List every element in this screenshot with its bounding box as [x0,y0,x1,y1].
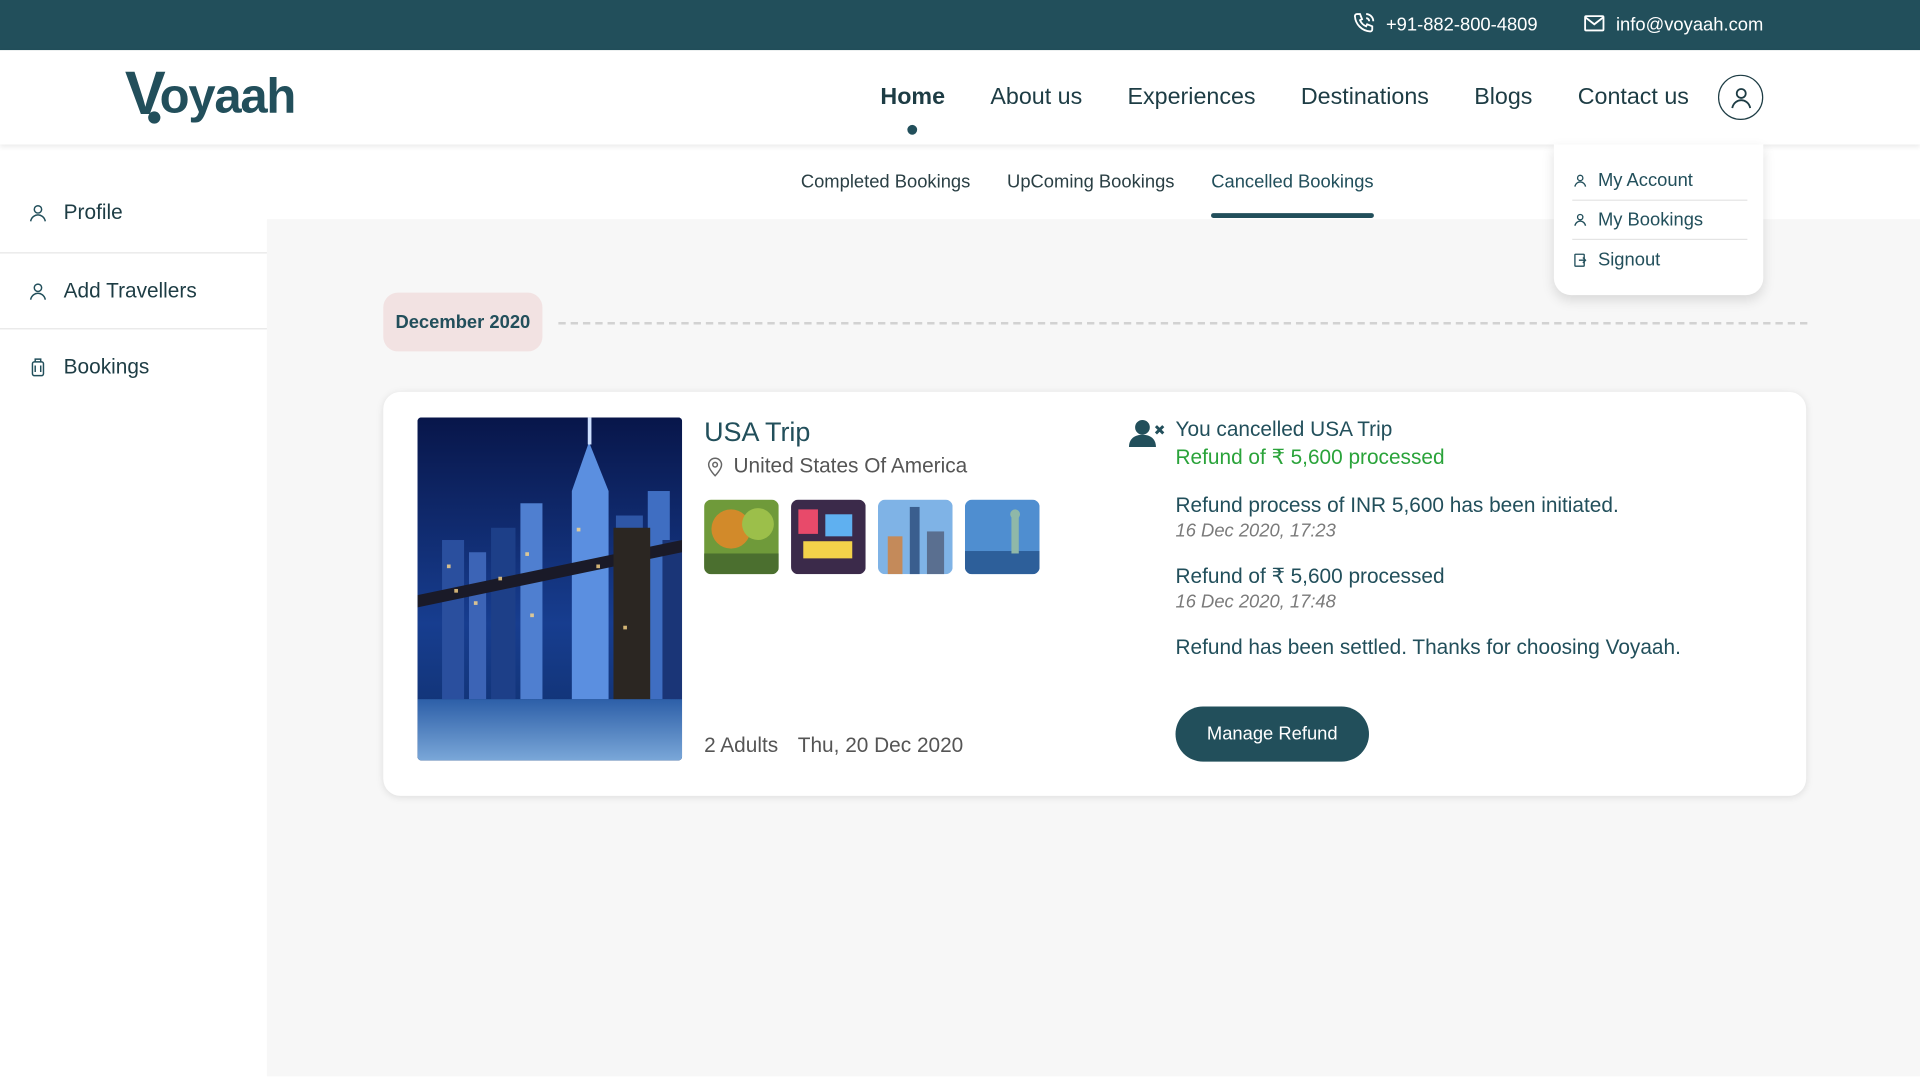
booking-tabs: Completed Bookings UpComing Bookings Can… [801,144,1374,220]
thumbnail-park[interactable] [704,499,779,575]
sidebar-item-label: Profile [63,200,123,225]
location-text: United States Of America [733,454,968,478]
account-dropdown: My Account My Bookings Signout [1553,144,1764,296]
trip-date: Thu, 20 Dec 2020 [797,733,964,757]
user-icon [1730,87,1751,108]
month-divider-line [558,322,1808,325]
user-icon [29,204,47,222]
signout-icon [1574,252,1587,267]
mail-icon [1582,10,1606,39]
traveller-count: 2 Adults [704,733,779,757]
trip-title[interactable]: USA Trip [704,416,810,448]
user-avatar-button[interactable] [1717,74,1764,121]
user-icon [1574,174,1587,187]
email-contact[interactable]: info@voyaah.com [1582,10,1764,39]
menu-label: My Account [1597,170,1693,192]
thumbnail-statue-of-liberty[interactable] [964,499,1040,575]
top-contact-bar: +91-882-800-4809 info@voyaah.com [0,0,1920,51]
thumbnail-times-square[interactable] [791,499,866,575]
timeline-text: Refund of ₹ 5,600 processed [1175,564,1445,588]
email-address: info@voyaah.com [1615,14,1764,36]
refund-status: Refund of ₹ 5,600 processed [1175,445,1445,469]
user-icon [29,282,47,300]
primary-nav: Home About us Experiences Destinations B… [880,50,1689,144]
month-badge: December 2020 [383,292,543,352]
trip-meta: 2 Adults Thu, 20 Dec 2020 [704,733,963,757]
menu-my-account[interactable]: My Account [1572,162,1748,201]
menu-label: My Bookings [1597,209,1704,231]
sidebar-item-profile[interactable]: Profile [0,144,267,254]
user-icon [1574,213,1587,226]
nav-blogs[interactable]: Blogs [1474,84,1532,111]
trip-thumbnails [704,499,1040,575]
phone-number: +91-882-800-4809 [1385,14,1538,36]
luggage-icon [31,358,45,377]
tab-completed-bookings[interactable]: Completed Bookings [801,144,970,220]
timeline-time: 16 Dec 2020, 17:48 [1175,591,1336,613]
sidebar-item-bookings[interactable]: Bookings [0,329,267,405]
voyaah-logo[interactable]: V oyaah [124,58,297,131]
nav-home[interactable]: Home [880,84,945,135]
tab-cancelled-bookings[interactable]: Cancelled Bookings [1211,144,1374,220]
sidebar-item-label: Bookings [63,355,150,379]
sidebar-item-add-travellers[interactable]: Add Travellers [0,253,267,330]
cancel-message: You cancelled USA Trip [1175,417,1393,441]
trip-location: United States Of America [704,454,967,478]
menu-my-bookings[interactable]: My Bookings [1572,201,1748,241]
location-pin-icon [707,457,723,477]
user-cancel-icon [1128,420,1165,447]
phone-contact[interactable]: +91-882-800-4809 [1352,10,1538,39]
timeline-text: Refund process of INR 5,600 has been ini… [1175,493,1619,517]
tab-upcoming-bookings[interactable]: UpComing Bookings [1007,144,1174,220]
thumbnail-skyline[interactable] [877,499,953,575]
menu-label: Signout [1597,249,1661,271]
nav-about-us[interactable]: About us [990,84,1082,111]
cancellation-status: You cancelled USA Trip Refund of ₹ 5,600… [1176,418,1764,660]
settled-message: Refund has been settled. Thanks for choo… [1175,635,1681,659]
main-navbar: V oyaah Home About us Experiences Destin… [0,50,1920,145]
menu-signout[interactable]: Signout [1572,240,1747,279]
logo-v: V [124,58,166,128]
nav-destinations[interactable]: Destinations [1301,84,1429,111]
booking-card: USA Trip United States Of America 2 Adul… [383,391,1807,796]
timeline-entry: Refund process of INR 5,600 has been ini… [1176,493,1764,541]
sidebar-item-label: Add Travellers [63,278,197,302]
manage-refund-button[interactable]: Manage Refund [1175,706,1369,762]
nav-contact-us[interactable]: Contact us [1578,84,1689,111]
nav-experiences[interactable]: Experiences [1128,84,1256,111]
logo-text: oyaah [159,69,297,124]
timeline-time: 16 Dec 2020, 17:23 [1175,520,1336,542]
trip-hero-image[interactable] [417,417,683,761]
timeline-entry: Refund of ₹ 5,600 processed 16 Dec 2020,… [1176,564,1764,612]
profile-sidebar: Profile Add Travellers Bookings [0,144,267,1080]
phone-icon [1352,10,1376,39]
